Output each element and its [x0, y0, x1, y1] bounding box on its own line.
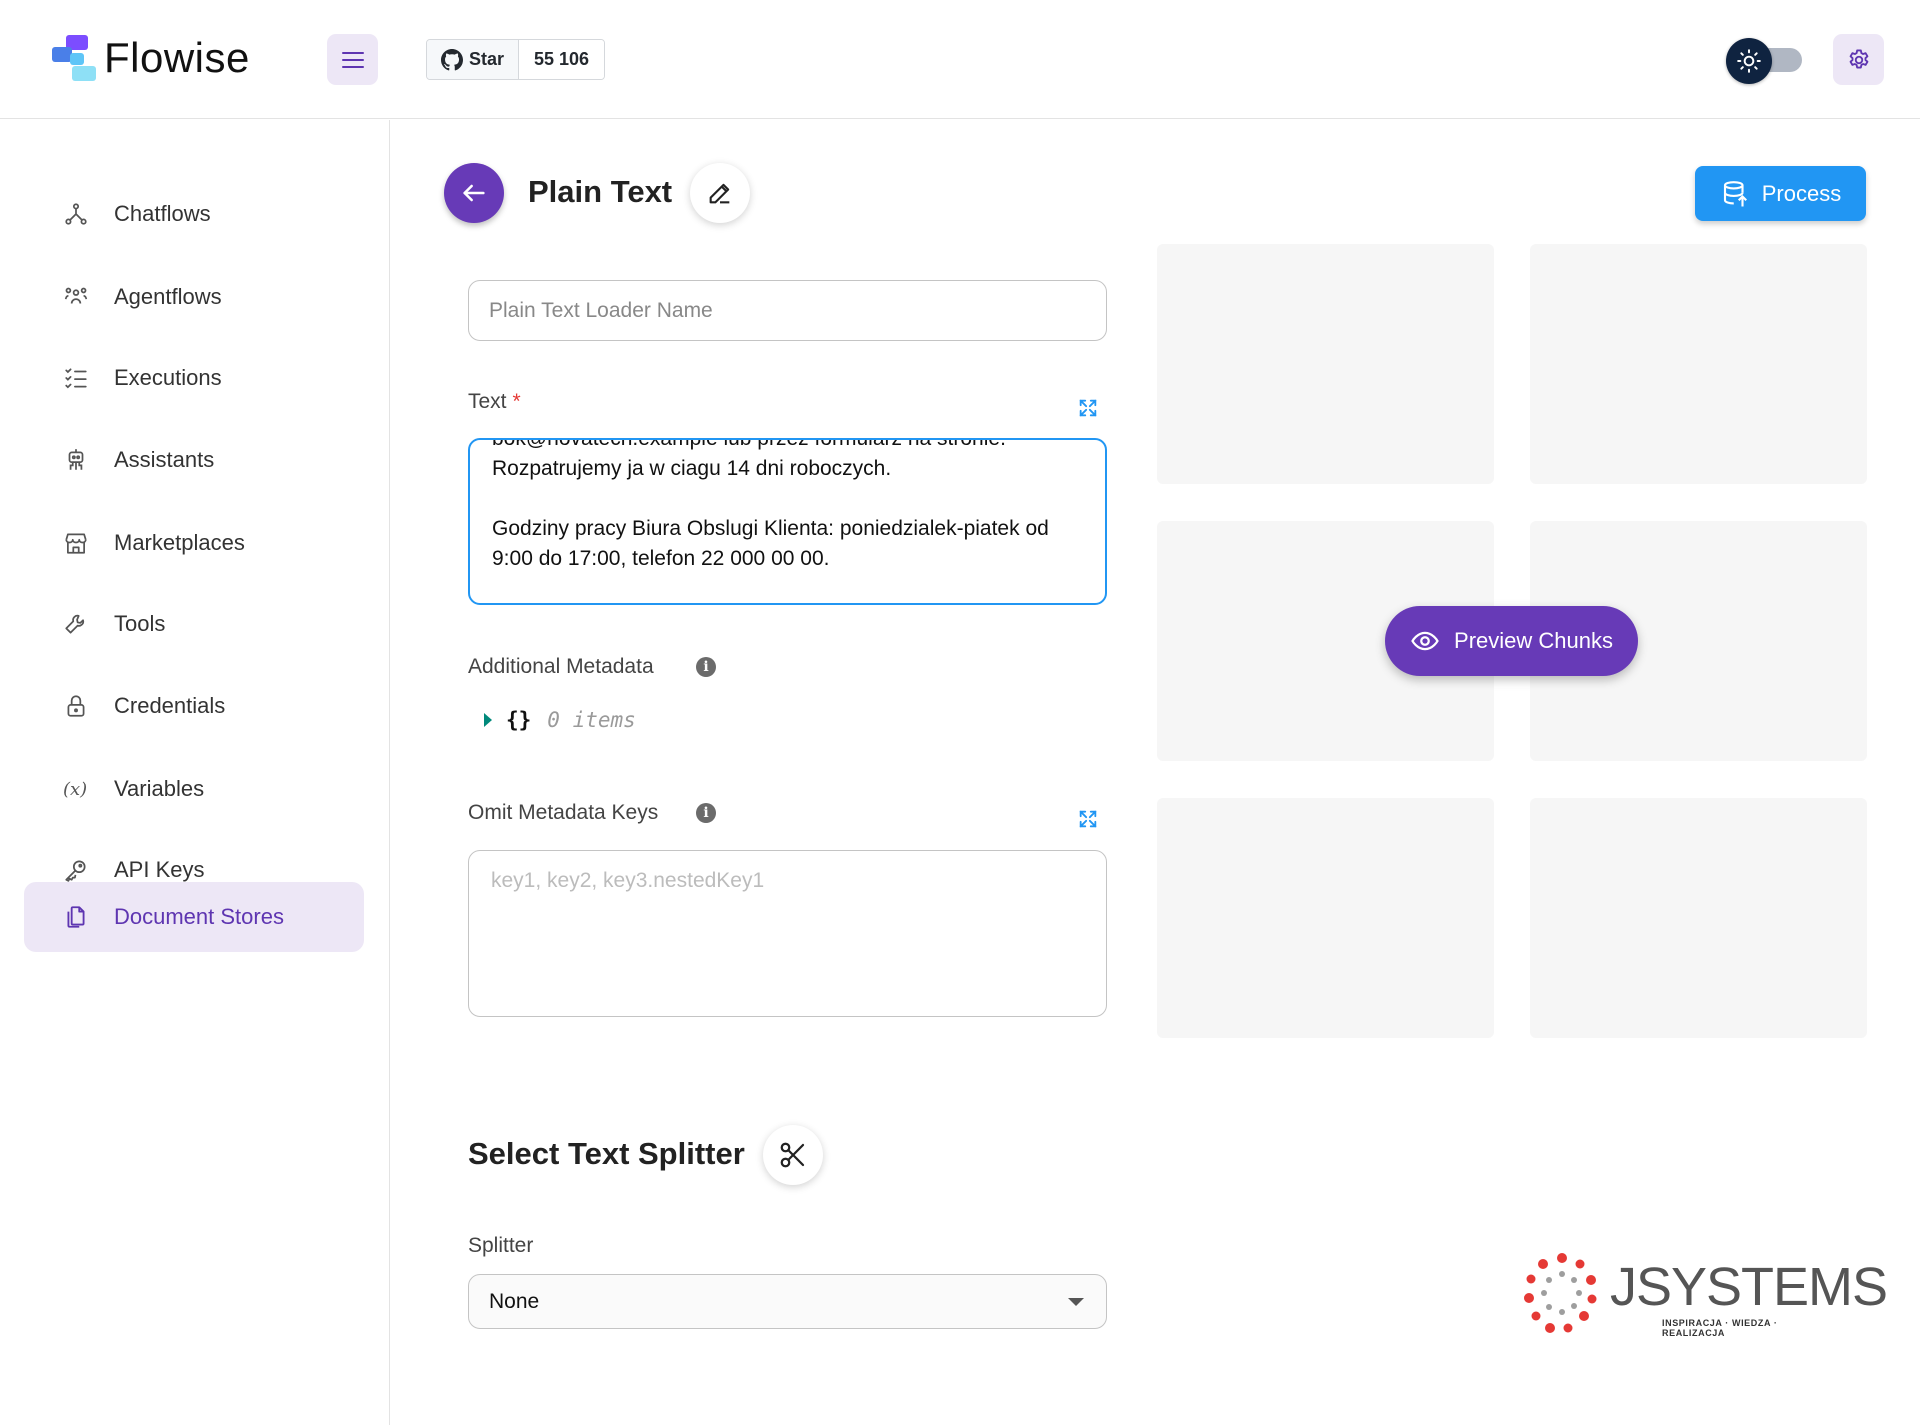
page-title: Plain Text	[528, 174, 673, 209]
lock-icon	[62, 692, 90, 720]
text-input-value: bok@novatech.example lub przez formularz…	[492, 438, 1049, 570]
tools-icon	[62, 610, 90, 638]
sidebar-item-executions[interactable]: Executions	[24, 343, 364, 413]
github-star-count[interactable]: 55 106	[519, 40, 605, 79]
sidebar-item-label: Tools	[114, 611, 166, 636]
process-button-label: Process	[1761, 180, 1842, 206]
text-label: Text	[468, 390, 507, 413]
chunk-placeholder	[1530, 798, 1867, 1038]
info-icon[interactable]: i	[696, 657, 716, 677]
sidebar-item-label: Document Stores	[114, 904, 284, 929]
chunk-placeholder	[1157, 798, 1494, 1038]
hamburger-icon	[341, 51, 364, 68]
agentflows-icon	[62, 283, 90, 311]
jsystems-logo: JSYSTEMS INSPIRACJA · WIEDZA · REALIZACJ…	[1524, 1252, 1888, 1338]
executions-icon	[62, 364, 90, 392]
github-star-label: Star	[469, 49, 505, 69]
sidebar-item-label: Executions	[114, 365, 222, 390]
sidebar-item-label: Variables	[114, 776, 205, 801]
expand-icon[interactable]	[1077, 808, 1099, 830]
sidebar-item-assistants[interactable]: Assistants	[24, 425, 364, 495]
sidebar-item-document-stores[interactable]: Document Stores	[24, 882, 364, 952]
theme-toggle[interactable]	[1726, 38, 1802, 84]
settings-button[interactable]	[1833, 34, 1884, 85]
key-icon	[62, 856, 90, 884]
github-icon	[441, 48, 463, 70]
loader-name-input[interactable]: Plain Text Loader Name	[468, 280, 1107, 341]
chatflows-icon	[62, 200, 90, 228]
text-field-label: Text *	[468, 390, 521, 414]
json-item-count: 0 items	[547, 708, 636, 732]
sidebar-item-label: Credentials	[114, 693, 226, 718]
svg-text:(x): (x)	[63, 779, 87, 800]
sidebar-item-label: Marketplaces	[114, 530, 245, 555]
expand-caret-icon[interactable]	[484, 713, 492, 727]
pencil-icon	[709, 183, 730, 204]
loader-name-placeholder: Plain Text Loader Name	[489, 298, 713, 322]
dropdown-arrow-icon	[1068, 1298, 1084, 1306]
theme-toggle-knob	[1726, 38, 1772, 84]
splitter-selected-value: None	[489, 1289, 540, 1313]
chunk-placeholder	[1530, 244, 1867, 484]
back-button[interactable]	[444, 163, 504, 223]
text-input[interactable]: bok@novatech.example lub przez formularz…	[468, 438, 1107, 605]
required-mark: *	[512, 390, 521, 413]
sidebar-item-label: Agentflows	[114, 284, 222, 309]
edit-name-button[interactable]	[690, 163, 750, 223]
variables-icon: (x)	[62, 775, 90, 803]
splitter-select[interactable]: None	[468, 1274, 1107, 1329]
sidebar-item-chatflows[interactable]: Chatflows	[24, 179, 364, 249]
expand-icon[interactable]	[1077, 397, 1099, 419]
app-name: Flowise	[104, 34, 250, 81]
sidebar-item-credentials[interactable]: Credentials	[24, 671, 364, 741]
omit-metadata-keys-input[interactable]: key1, key2, key3.nestedKey1	[468, 850, 1107, 1017]
omit-metadata-label: Omit Metadata Keys	[468, 801, 659, 824]
github-star-widget[interactable]: Star 55 106	[426, 39, 606, 80]
marketplaces-icon	[62, 529, 90, 557]
jsystems-tagline: INSPIRACJA · WIEDZA · REALIZACJA	[1662, 1318, 1778, 1338]
text-splitter-button[interactable]	[763, 1125, 823, 1185]
sun-icon	[1737, 49, 1761, 73]
sidebar-item-label: Chatflows	[114, 201, 211, 226]
additional-metadata-label: Additional Metadata	[468, 655, 654, 678]
splitter-label: Splitter	[468, 1234, 534, 1257]
sidebar-item-tools[interactable]: Tools	[24, 589, 364, 659]
document-stores-icon	[62, 903, 90, 931]
gear-icon	[1849, 49, 1868, 69]
database-upload-icon	[1723, 180, 1747, 206]
splitter-section-title: Select Text Splitter	[468, 1136, 745, 1171]
info-icon[interactable]: i	[696, 803, 716, 823]
sidebar-item-agentflows[interactable]: Agentflows	[24, 262, 364, 332]
jsystems-wordmark: JSYSTEMS	[1610, 1257, 1888, 1317]
scissors-icon	[780, 1142, 805, 1168]
metadata-json-viewer[interactable]: {} 0 items	[484, 708, 636, 732]
assistants-icon	[62, 446, 90, 474]
menu-toggle-button[interactable]	[327, 34, 378, 85]
github-star-button[interactable]: Star	[427, 40, 520, 79]
sidebar: Chatflows Agentflows Executions Assistan…	[0, 120, 390, 1425]
preview-chunks-label: Preview Chunks	[1454, 628, 1613, 653]
preview-chunks-button[interactable]: Preview Chunks	[1385, 606, 1638, 676]
eye-icon	[1411, 631, 1439, 651]
process-button[interactable]: Process	[1695, 166, 1866, 221]
flowise-logo[interactable]: Flowise	[52, 34, 250, 82]
sidebar-item-label: API Keys	[114, 857, 205, 882]
sidebar-item-variables[interactable]: (x) Variables	[24, 754, 364, 824]
app-header: Flowise Star 55 106	[0, 0, 1920, 119]
sidebar-item-label: Assistants	[114, 447, 215, 472]
arrow-left-icon	[463, 184, 485, 202]
sidebar-item-marketplaces[interactable]: Marketplaces	[24, 508, 364, 578]
omit-metadata-placeholder: key1, key2, key3.nestedKey1	[491, 869, 765, 892]
jsystems-dots-logo-icon	[1524, 1253, 1597, 1333]
json-braces: {}	[506, 708, 532, 732]
chunk-placeholder	[1157, 244, 1494, 484]
flowise-logo-icon	[52, 35, 96, 81]
